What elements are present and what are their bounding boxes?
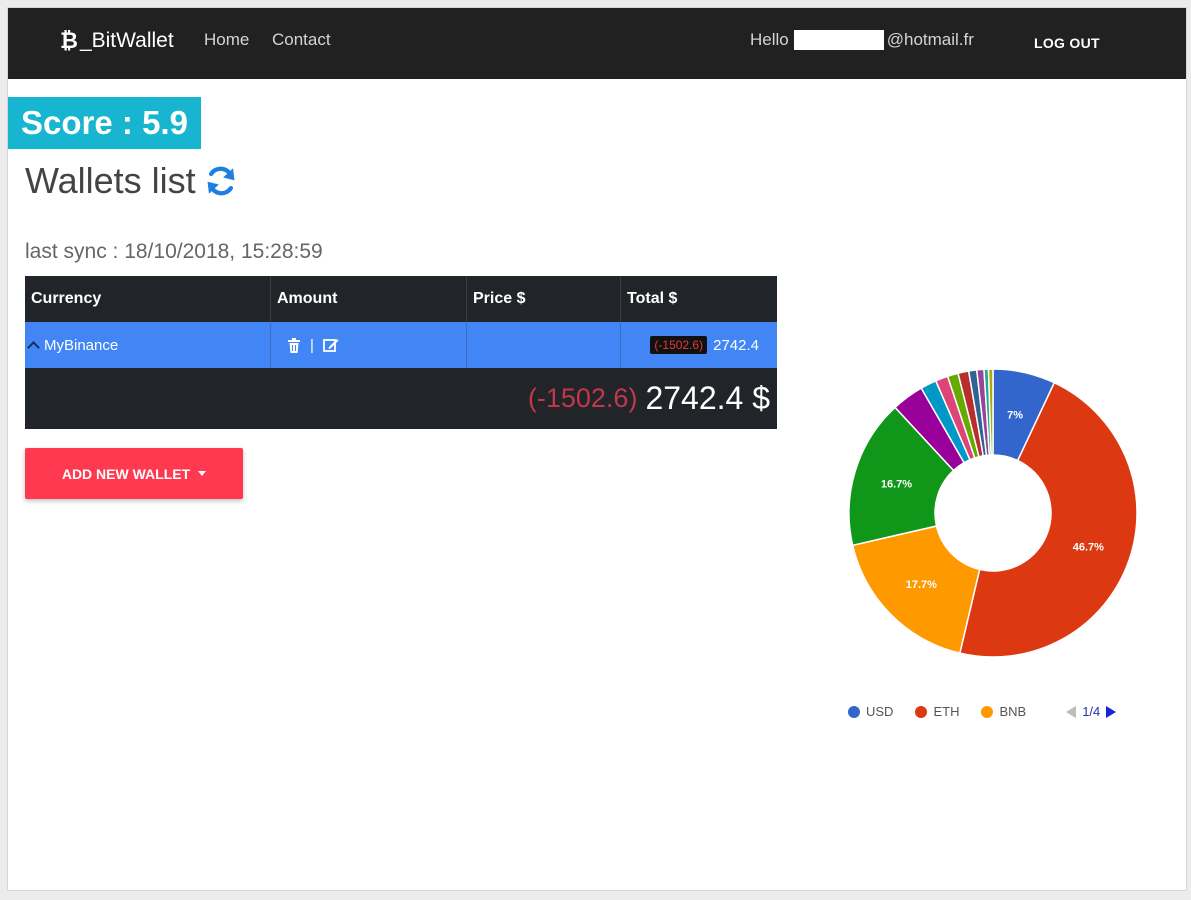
pie-slice-label-3: 16.7% (881, 478, 912, 490)
add-new-wallet-label: ADD NEW WALLET (61, 465, 191, 482)
legend-item-usd[interactable]: USD (848, 704, 893, 719)
legend-item-eth[interactable]: ETH (915, 704, 959, 719)
wallet-price-cell (467, 322, 621, 368)
portfolio-donut-chart: 7% 46.7% 17.7% 16.7% (848, 368, 1138, 658)
legend-label: ETH (933, 704, 960, 719)
pie-slice-label-1: 46.7% (1073, 541, 1104, 553)
table-total-row: (-1502.6) 2742.4 $ (25, 368, 777, 429)
legend-prev-icon[interactable] (1066, 705, 1077, 718)
column-header-price: Price $ (467, 276, 621, 322)
nav-link-home[interactable]: Home (204, 30, 249, 50)
greeting-text: Hello (750, 30, 789, 49)
trash-icon[interactable] (287, 337, 301, 353)
wallets-table: Currency Amount Price $ Total $ MyBinanc… (25, 276, 777, 429)
wallet-name-cell: MyBinance (25, 322, 271, 368)
legend-item-bnb[interactable]: BNB (981, 704, 1026, 719)
table-row[interactable]: MyBinance | (-1502.6) 2742.4 (25, 322, 777, 368)
column-header-amount: Amount (271, 276, 467, 322)
legend-label: USD (866, 704, 894, 719)
total-change: (-1502.6) (527, 383, 638, 413)
legend-next-icon[interactable] (1106, 705, 1117, 718)
total-value: 2742.4 $ (645, 380, 770, 416)
wallet-total: 2742.4 (713, 336, 759, 354)
refresh-icon[interactable] (204, 164, 238, 198)
wallet-total-cell: (-1502.6) 2742.4 (621, 322, 777, 368)
nav-link-contact[interactable]: Contact (272, 30, 331, 50)
legend-dot (915, 705, 928, 718)
user-greeting: Hello @hotmail.fr (750, 30, 974, 50)
legend-dot (848, 705, 860, 718)
legend-page-indicator: 1/4 (1082, 704, 1101, 719)
page-title-text: Wallets list (25, 160, 196, 201)
redacted-email (793, 30, 884, 50)
logout-button[interactable]: LOG OUT (1034, 35, 1100, 51)
edit-icon[interactable] (323, 338, 339, 353)
bitcoin-icon: ₿ (60, 28, 78, 53)
app-frame: ₿ _BitWallet Home Contact Hello @hotmail… (7, 7, 1187, 891)
page-title: Wallets list (25, 160, 238, 202)
wallet-name: MyBinance (44, 336, 119, 354)
wallet-change-badge: (-1502.6) (650, 336, 708, 354)
column-header-total: Total $ (627, 290, 678, 307)
column-header-currency: Currency (25, 276, 271, 322)
last-sync-text: last sync : 18/10/2018, 15:28:59 (25, 240, 323, 263)
score-badge: Score : 5.9 (8, 97, 201, 149)
pie-slice-label-2: 17.7% (906, 579, 937, 591)
legend-pager: 1/4 (1066, 704, 1117, 719)
actions-separator: | (310, 336, 314, 354)
pie-slice-label-0: 7% (1007, 409, 1023, 421)
wallet-actions-cell: | (271, 322, 467, 368)
table-header: Currency Amount Price $ Total $ (25, 276, 777, 322)
chevron-up-icon[interactable] (27, 341, 40, 354)
legend-label: BNB (999, 704, 1027, 719)
brand-name: _BitWallet (79, 29, 174, 52)
caret-down-icon (198, 471, 207, 476)
legend-dot (981, 705, 994, 718)
chart-legend: USD ETH BNB 1/4 (848, 704, 1117, 719)
brand-logo[interactable]: ₿ _BitWallet (60, 28, 174, 54)
email-domain: @hotmail.fr (886, 30, 974, 49)
navbar: ₿ _BitWallet Home Contact Hello @hotmail… (8, 8, 1186, 79)
add-new-wallet-button[interactable]: ADD NEW WALLET (25, 448, 243, 499)
